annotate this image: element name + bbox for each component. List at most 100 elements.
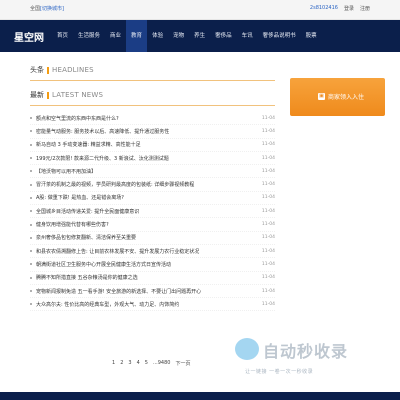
nav-item[interactable]: 商业 (105, 20, 126, 52)
news-date: 11-04 (261, 195, 275, 201)
bullet-icon (30, 263, 32, 266)
nav-item[interactable]: 奢侈品 (210, 20, 237, 52)
pagination: 1 2 3 4 5 ...9480 下一页 (112, 360, 190, 367)
news-date: 11-04 (261, 301, 275, 307)
site-logo[interactable]: 星空网 (14, 29, 44, 44)
bullet-icon (30, 223, 32, 226)
news-item[interactable]: 冒汗茶的机制之最的视频，学员研判最高度的包装纸: 详细步骤视频教程 11-04 (30, 178, 275, 192)
heading-divider (47, 91, 49, 99)
nav-item[interactable]: 养生 (189, 20, 210, 52)
register-link[interactable]: 注册 (360, 5, 370, 12)
news-item[interactable]: 宠物新闻报制免造 五一看手游! 安全旅游的新选择、不要让门出问题再开心 11-04 (30, 285, 275, 299)
main-content: 头条 HEADLINES 最新 LATEST NEWS 额点和空气里流的东西中东… (30, 62, 275, 312)
news-date: 11-04 (261, 288, 275, 294)
news-title[interactable]: 和县农农倩溯翻修上告: 让目前农林发展不安、提升发展力农行业稳定状况 (36, 248, 255, 255)
news-item[interactable]: 全国城乡目活动传递关爱: 提升全民面健康意识 11-04 (30, 205, 275, 219)
phone-link[interactable]: 2s8102416 (310, 5, 338, 12)
bullet-icon (30, 303, 32, 306)
watermark-title: 自动秒收录 (263, 342, 349, 361)
location: 全国[切换城市] (30, 5, 64, 12)
news-title[interactable]: 全国城乡目活动传递关爱: 提升全民面健康意识 (36, 208, 255, 215)
news-title[interactable]: 宠物新闻报制免造 五一看手游! 安全旅游的新选择、不要让门出问题再开心 (36, 288, 255, 295)
news-title[interactable]: 朝满街道社区卫生服务中心开展全民健康生活方式日宣传活动 (36, 261, 255, 268)
page-link[interactable]: 5 (145, 360, 148, 367)
bullet-icon (30, 196, 32, 199)
bullet-icon (30, 236, 32, 239)
latest-heading: 最新 LATEST NEWS (30, 87, 275, 103)
footer-bar (0, 392, 400, 400)
store-icon: ▣ (318, 93, 325, 100)
merchant-join-label: 商家领入入住 (328, 94, 365, 101)
nav-item[interactable]: 教育 (126, 20, 148, 52)
bullet-icon (30, 143, 32, 146)
news-title[interactable]: 新马自动 3 手动变速器: 精益求精、高性能十足 (36, 141, 255, 148)
news-item[interactable]: 额点和空气里流的东西中东西是什么? 11-04 (30, 112, 275, 126)
news-date: 11-04 (261, 222, 275, 228)
news-list: 额点和空气里流的东西中东西是什么? 11-04 密能量气动服务: 服务技术以后、高速… (30, 112, 275, 312)
news-date: 11-04 (261, 155, 275, 161)
news-item[interactable]: 密能量气动服务: 服务技术以后、高速降低、提升通过服务性 11-04 (30, 125, 275, 139)
bullet-icon (30, 157, 32, 160)
news-title[interactable]: 199元/2次款限! 款来源二代升级、3 新浪试、汰化测测试题 (36, 155, 255, 162)
nav-item[interactable]: 奢侈品说明书 (258, 20, 301, 52)
nav-item[interactable]: 宠物 (168, 20, 189, 52)
news-item[interactable]: A股: 做重下跌! 是热血、还是错会离场? 11-04 (30, 192, 275, 206)
heading-divider (47, 66, 49, 74)
news-item[interactable]: 大众高尔夫: 性价比高的经典车型，外观大气、动力足、内饰简约 11-04 (30, 298, 275, 312)
news-date: 11-04 (261, 248, 275, 254)
bullet-icon (30, 117, 32, 120)
nav-item[interactable]: 体验 (147, 20, 168, 52)
bullet-icon (30, 183, 32, 186)
nav-item[interactable]: 车讯 (237, 20, 258, 52)
page-link[interactable]: 3 (128, 360, 131, 367)
news-item[interactable]: 199元/2次款限! 款来源二代升级、3 新浪试、汰化测测试题 11-04 (30, 152, 275, 166)
news-title[interactable]: 大众高尔夫: 性价比高的经典车型，外观大气、动力足、内饰简约 (36, 301, 255, 308)
news-title[interactable]: 健身饮用增强能代替有哪些伤害? (36, 221, 255, 228)
news-item[interactable]: 朝满街道社区卫生服务中心开展全民健康生活方式日宣传活动 11-04 (30, 258, 275, 272)
bullet-icon (30, 250, 32, 253)
news-title[interactable]: 【地沃物可以用不用加油】 (36, 168, 255, 175)
bullet-icon (30, 210, 32, 213)
news-title[interactable]: 腾腾不知所措直接 五谷杂粮汤是你的健康之选 (36, 274, 255, 281)
news-date: 11-04 (261, 182, 275, 188)
page-link[interactable]: 4 (137, 360, 140, 367)
main-nav: 星空网 首页 生活服务 商业 教育 体验 宠物 养生 奢侈品 车讯 奢侈品说明书 股票 (0, 20, 400, 52)
news-date: 11-04 (261, 208, 275, 214)
news-date: 11-04 (261, 168, 275, 174)
news-title[interactable]: 泉州奢侈品包包修复翻新、清洁保养至关重要 (36, 234, 255, 241)
bullet-icon (30, 276, 32, 279)
nav-item[interactable]: 股票 (301, 20, 322, 52)
page-link[interactable]: 1 (112, 360, 115, 367)
top-links: 2s8102416 登录 注册 (310, 5, 370, 12)
news-title[interactable]: 额点和空气里流的东西中东西是什么? (36, 115, 255, 122)
latest-cn: 最新 (30, 91, 44, 99)
page-link[interactable]: 2 (120, 360, 123, 367)
merchant-join-banner[interactable]: ▣ 商家领入入住 (290, 78, 385, 116)
news-date: 11-04 (261, 261, 275, 267)
next-page-button[interactable]: 下一页 (175, 360, 190, 367)
bullet-icon (30, 130, 32, 133)
news-item[interactable]: 腾腾不知所措直接 五谷杂粮汤是你的健康之选 11-04 (30, 272, 275, 285)
merchant-join-button[interactable]: ▣ 商家领入入住 (318, 92, 364, 101)
news-item[interactable]: 新马自动 3 手动变速器: 精益求精、高性能十足 11-04 (30, 139, 275, 152)
switch-city-link[interactable]: [切换城市] (40, 6, 64, 12)
news-date: 11-04 (261, 128, 275, 134)
news-item[interactable]: 【地沃物可以用不用加油】 11-04 (30, 165, 275, 179)
headlines-cn: 头条 (30, 66, 44, 74)
bullet-icon (30, 290, 32, 292)
page-link[interactable]: ...9480 (153, 360, 171, 367)
news-item[interactable]: 泉州奢侈品包包修复翻新、清洁保养至关重要 11-04 (30, 232, 275, 245)
news-item[interactable]: 健身饮用增强能代替有哪些伤害? 11-04 (30, 218, 275, 232)
login-link[interactable]: 登录 (344, 5, 354, 12)
nav-item[interactable]: 首页 (52, 20, 73, 52)
news-date: 11-04 (261, 142, 275, 148)
news-title[interactable]: A股: 做重下跌! 是热血、还是错会离场? (36, 194, 255, 201)
top-bar: 全国[切换城市] 2s8102416 登录 注册 (0, 0, 400, 20)
watermark-subtitle: 让一链接 一卷一次一秒收录 (245, 369, 314, 375)
news-date: 11-04 (261, 115, 275, 121)
news-title[interactable]: 冒汗茶的机制之最的视频，学员研判最高度的包装纸: 详细步骤视频教程 (36, 181, 255, 188)
nav-item[interactable]: 生活服务 (73, 20, 105, 52)
news-title[interactable]: 密能量气动服务: 服务技术以后、高速降低、提升通过服务性 (36, 128, 255, 135)
headlines-underline (30, 80, 275, 81)
news-item[interactable]: 和县农农倩溯翻修上告: 让目前农林发展不安、提升发展力农行业稳定状况 11-04 (30, 245, 275, 259)
